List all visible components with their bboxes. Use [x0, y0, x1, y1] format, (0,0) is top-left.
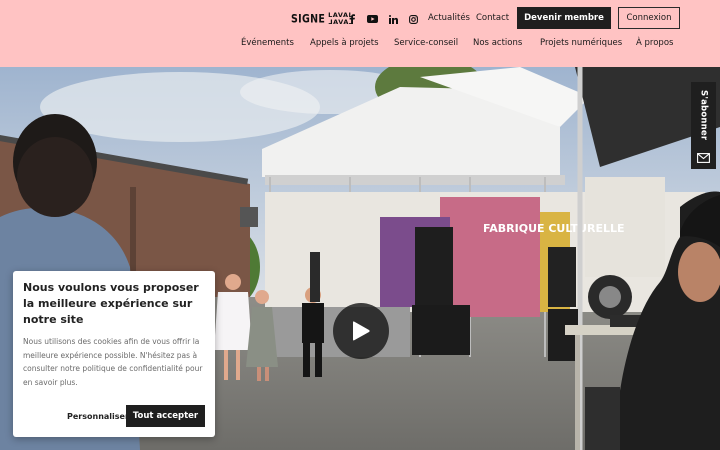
subscribe-label: S'abonner — [698, 90, 709, 141]
accept-all-button[interactable]: Tout accepter — [126, 405, 205, 427]
actualites-link[interactable]: Actualités — [428, 13, 470, 23]
cookie-text: Nous utilisons des cookies afin de vous … — [23, 337, 203, 387]
instagram-icon[interactable] — [406, 12, 420, 26]
nav-evenements[interactable]: Événements — [241, 38, 294, 48]
linkedin-icon[interactable] — [386, 12, 400, 26]
become-member-button[interactable]: Devenir membre — [517, 7, 611, 29]
facebook-icon[interactable] — [345, 12, 359, 26]
banner-text: FABRIQUE CULTURELLE — [483, 222, 625, 235]
customize-button[interactable]: Personnaliser — [67, 412, 129, 421]
login-button[interactable]: Connexion — [618, 7, 680, 29]
nav-service-conseil[interactable]: Service-conseil — [394, 38, 458, 48]
subscribe-tab[interactable]: S'abonner — [691, 82, 716, 169]
youtube-icon[interactable] — [365, 12, 379, 26]
nav-a-propos[interactable]: À propos — [636, 38, 673, 48]
play-button[interactable] — [333, 303, 389, 359]
nav-nos-actions[interactable]: Nos actions — [473, 38, 522, 48]
nav-projets-numeriques[interactable]: Projets numériques — [540, 38, 622, 48]
envelope-icon — [697, 153, 710, 163]
cookie-title: Nous voulons vous proposer la meilleure … — [23, 281, 199, 326]
contact-link[interactable]: Contact — [476, 13, 509, 23]
site-header: SIGNE LAVAL LAVAL Actualités Contact Dev… — [0, 0, 720, 67]
nav-appels-a-projets[interactable]: Appels à projets — [310, 38, 379, 48]
cookie-banner: Nous voulons vous proposer la meilleure … — [13, 271, 215, 437]
play-icon — [353, 321, 370, 341]
logo[interactable]: SIGNE LAVAL LAVAL — [291, 11, 353, 27]
logo-main-text: SIGNE — [291, 12, 326, 26]
